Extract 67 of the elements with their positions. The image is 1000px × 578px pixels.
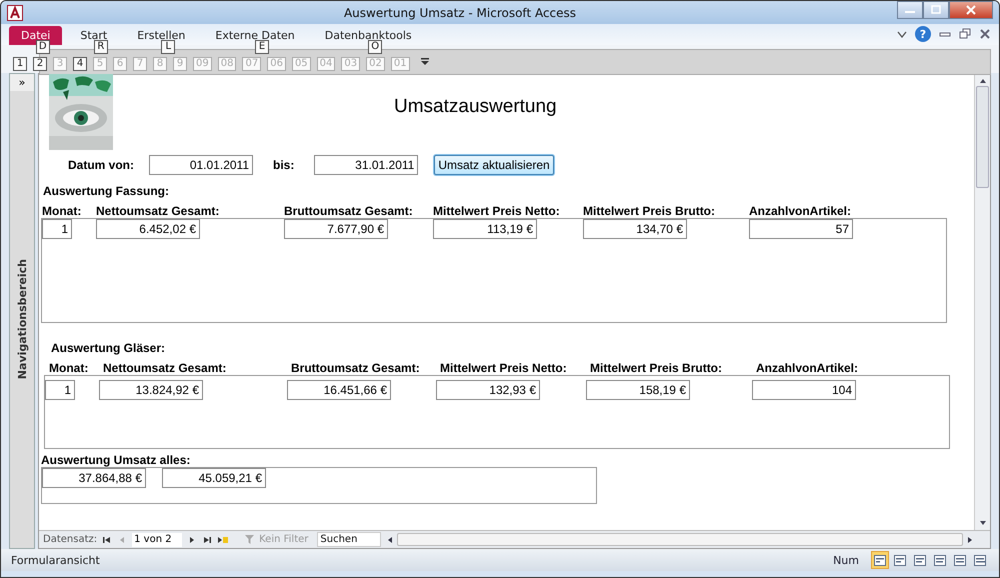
value-field[interactable]: 132,93 €	[436, 380, 540, 400]
value-field[interactable]: 134,70 €	[583, 219, 687, 239]
key-tip: 9	[173, 57, 187, 71]
key-tip: 06	[267, 57, 286, 71]
column-header: AnzahlvonArtikel:	[749, 204, 852, 218]
key-tip: 05	[292, 57, 311, 71]
date-to-field[interactable]: 31.01.2011	[314, 155, 418, 175]
key-tip: O	[368, 40, 382, 54]
date-from-field[interactable]: 01.01.2011	[149, 155, 253, 175]
key-tip: 02	[366, 57, 385, 71]
record-label: Datensatz:	[43, 534, 98, 545]
value-field[interactable]: 45.059,21 €	[162, 468, 266, 488]
key-tip: 8	[153, 57, 167, 71]
column-header: Monat:	[42, 204, 82, 218]
status-text: Formularansicht	[11, 554, 100, 566]
value-field[interactable]: 6.452,02 €	[96, 219, 200, 239]
window-title: Auswertung Umsatz - Microsoft Access	[344, 6, 576, 20]
key-tip: 4	[73, 57, 87, 71]
column-header: Mittelwert Preis Brutto:	[583, 204, 716, 218]
key-tip: D	[36, 40, 50, 54]
column-header: Nettoumsatz Gesamt:	[103, 361, 228, 375]
key-tip: 01	[390, 57, 410, 71]
form-title: Umsatzauswertung	[394, 96, 557, 118]
key-tip: 2	[33, 57, 47, 71]
date-from-label: Datum von:	[68, 158, 134, 172]
expand-button[interactable]: »	[10, 74, 34, 91]
column-header: Mittelwert Preis Netto:	[433, 204, 561, 218]
record-position-field[interactable]: 1 von 2	[132, 532, 182, 546]
column-header: Monat:	[49, 361, 90, 375]
value-field[interactable]: 16.451,66 €	[287, 380, 391, 400]
num-lock-indicator: Num	[833, 554, 859, 566]
key-tip: 08	[218, 57, 236, 71]
column-header: Bruttoumsatz Gesamt:	[291, 361, 421, 375]
value-field[interactable]: 1	[45, 380, 75, 400]
value-field[interactable]: 57	[749, 219, 853, 239]
key-tip: 04	[316, 57, 336, 71]
value-field[interactable]: 104	[752, 380, 856, 400]
help-button[interactable]: ?	[915, 26, 931, 42]
column-header: Bruttoumsatz Gesamt:	[284, 204, 414, 218]
value-field[interactable]: 113,19 €	[433, 219, 537, 239]
value-field[interactable]: 158,19 €	[586, 380, 690, 400]
update-button[interactable]: Umsatz aktualisieren	[434, 155, 554, 175]
navigation-pane-label[interactable]: Navigationsbereich	[16, 259, 28, 380]
key-tip: 03	[341, 57, 360, 71]
section-title: Auswertung Fassung:	[43, 184, 170, 198]
key-tip: 1	[13, 57, 27, 71]
key-tip: 07	[242, 57, 262, 71]
search-field[interactable]: Suchen	[317, 532, 382, 547]
value-field[interactable]: 37.864,88 €	[42, 468, 146, 488]
column-header: Nettoumsatz Gesamt:	[96, 204, 220, 218]
date-to-label: bis:	[273, 158, 294, 172]
column-header: AnzahlvonArtikel:	[756, 361, 860, 375]
key-tip: E	[255, 40, 270, 54]
column-header: Mittelwert Preis Brutto:	[590, 361, 724, 375]
key-tip: 3	[53, 57, 67, 71]
section-title: Auswertung Umsatz alles:	[41, 453, 190, 467]
key-tip: 5	[93, 57, 107, 71]
key-tip: R	[94, 40, 108, 54]
key-tip: 09	[193, 57, 212, 71]
key-tip: L	[161, 40, 176, 54]
key-tip: 7	[133, 57, 147, 71]
section-title: Auswertung Gläser:	[51, 341, 166, 355]
column-header: Mittelwert Preis Netto:	[440, 361, 568, 375]
value-field[interactable]: 7.677,90 €	[284, 219, 388, 239]
value-field[interactable]: 13.824,92 €	[99, 380, 203, 400]
value-field[interactable]: 1	[42, 219, 72, 239]
key-tip: 6	[113, 57, 127, 71]
